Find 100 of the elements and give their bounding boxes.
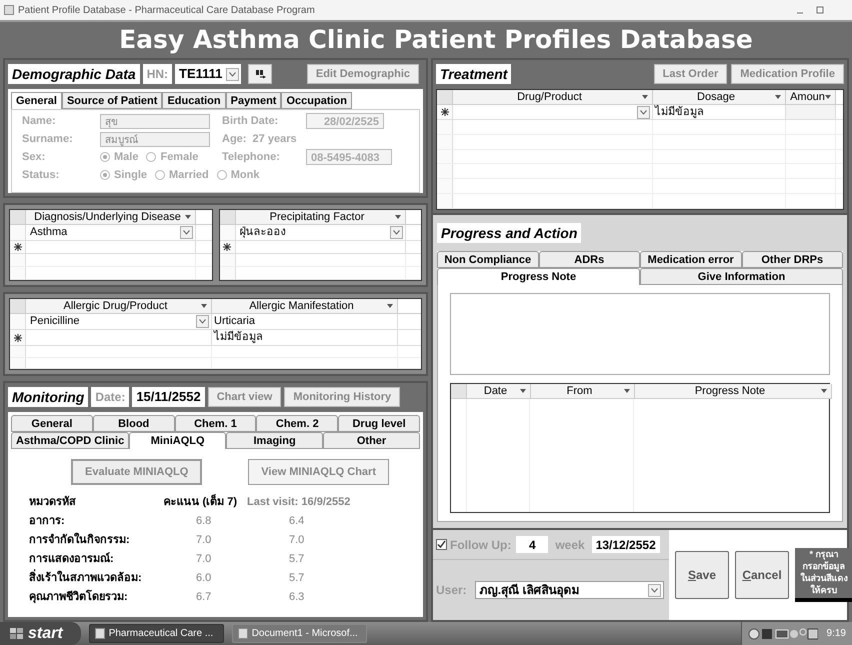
date-field[interactable]: 15/11/2552 bbox=[132, 387, 205, 407]
row-label: อาการ: bbox=[29, 514, 66, 530]
row-selector[interactable] bbox=[220, 225, 236, 240]
row-label: คุณภาพชีวิตโดยรวม: bbox=[29, 589, 129, 606]
dropdown-button[interactable] bbox=[648, 584, 661, 596]
search-button[interactable] bbox=[248, 64, 272, 84]
tab[interactable]: Give Information bbox=[640, 268, 843, 285]
tab[interactable]: Drug level bbox=[338, 415, 420, 432]
sort-arrow-icon[interactable] bbox=[642, 95, 648, 99]
tab[interactable]: Progress Note bbox=[437, 268, 640, 285]
tab[interactable]: Other bbox=[323, 432, 420, 449]
column-header[interactable]: Allergic Manifestation bbox=[212, 299, 398, 314]
tab[interactable]: Blood bbox=[92, 415, 175, 432]
score-value: 6.4 bbox=[288, 514, 306, 530]
clock-text: 9:19 bbox=[826, 627, 846, 641]
follow-up-date-field[interactable]: 13/12/2552 bbox=[592, 536, 660, 553]
follow-up-checkbox[interactable] bbox=[436, 539, 447, 550]
column-header[interactable]: Diagnosis/Underlying Disease bbox=[26, 210, 196, 225]
tab[interactable]: Source of Patient bbox=[62, 92, 162, 109]
new-row-icon bbox=[14, 243, 22, 251]
tab[interactable]: Other DRPs bbox=[742, 251, 843, 268]
row-selector[interactable] bbox=[437, 105, 453, 119]
weeks-field[interactable]: 4 bbox=[516, 536, 548, 553]
start-button[interactable]: start bbox=[0, 622, 81, 645]
note-field[interactable] bbox=[450, 293, 830, 375]
column-header[interactable]: Date bbox=[467, 384, 531, 399]
date-label: Date: bbox=[91, 387, 130, 407]
table-cell[interactable]: Asthma bbox=[26, 225, 196, 240]
column-header[interactable]: Drug/Product bbox=[453, 90, 653, 105]
tab[interactable]: Chem. 2 bbox=[256, 415, 338, 432]
tab[interactable]: General bbox=[11, 415, 93, 432]
empty-row[interactable] bbox=[437, 150, 843, 164]
sort-arrow-icon[interactable] bbox=[394, 215, 400, 219]
tab[interactable]: MiniAQLQ bbox=[129, 432, 226, 449]
row-selector[interactable] bbox=[10, 330, 26, 345]
column-header[interactable]: Dosage bbox=[653, 90, 786, 105]
maximize-icon[interactable] bbox=[816, 6, 824, 14]
column-header[interactable]: Amoun bbox=[786, 90, 836, 105]
score-value: 5.7 bbox=[288, 571, 306, 586]
taskbar-button[interactable]: Pharmaceutical Care ... bbox=[88, 624, 224, 643]
empty-row[interactable] bbox=[437, 194, 843, 209]
grid-row[interactable]: ฝุ่นละออง bbox=[220, 225, 421, 241]
save-button[interactable]: Save bbox=[675, 551, 729, 599]
tab[interactable]: Medication error bbox=[640, 251, 742, 268]
tab[interactable]: Education bbox=[162, 92, 226, 109]
column-header[interactable]: Allergic Drug/Product bbox=[26, 299, 212, 314]
tab[interactable]: Chem. 1 bbox=[174, 415, 256, 432]
hn-field[interactable]: TE1111 bbox=[175, 64, 242, 84]
column-header[interactable]: Progress Note bbox=[635, 384, 832, 399]
empty-row[interactable] bbox=[10, 358, 421, 369]
table-cell[interactable]: ฝุ่นละออง bbox=[236, 225, 406, 240]
caret-icon bbox=[183, 230, 190, 235]
column-header: หมวดรหัส bbox=[29, 494, 77, 510]
grid-row[interactable]: Asthma bbox=[10, 225, 212, 241]
caret-icon bbox=[651, 588, 658, 592]
new-row[interactable]: ไม่มีข้อมูล bbox=[10, 330, 421, 346]
empty-row[interactable] bbox=[437, 164, 843, 180]
sort-arrow-icon[interactable] bbox=[201, 304, 207, 308]
dropdown-button[interactable] bbox=[390, 226, 402, 239]
user-field[interactable]: ภญ.สุณี เลิศสินอุดม bbox=[474, 581, 664, 599]
column-header[interactable]: From bbox=[531, 384, 635, 399]
radio-button[interactable] bbox=[216, 170, 227, 180]
empty-row[interactable] bbox=[10, 267, 212, 280]
empty-row[interactable] bbox=[437, 134, 843, 150]
tab[interactable]: Payment bbox=[226, 92, 282, 109]
tab[interactable]: ADRs bbox=[538, 251, 640, 268]
grid-corner[interactable] bbox=[220, 210, 236, 225]
radio-button[interactable] bbox=[155, 170, 166, 180]
radio-button[interactable] bbox=[100, 152, 110, 162]
sort-arrow-icon[interactable] bbox=[825, 95, 831, 99]
tab[interactable]: General bbox=[11, 92, 62, 109]
new-row[interactable]: ไม่มีข้อมูล bbox=[437, 105, 843, 120]
dropdown-button[interactable] bbox=[637, 106, 650, 118]
tab[interactable]: Non Compliance bbox=[437, 251, 538, 268]
row-selector[interactable] bbox=[220, 254, 236, 266]
row-selector[interactable] bbox=[220, 241, 236, 253]
column-header[interactable]: Precipitating Factor bbox=[236, 210, 406, 225]
tab[interactable]: Imaging bbox=[226, 432, 324, 449]
row-selector[interactable] bbox=[220, 267, 236, 279]
table-cell[interactable]: Penicilline bbox=[26, 314, 212, 329]
taskbar-button[interactable]: Document1 - Microsof... bbox=[232, 624, 367, 643]
grid-row[interactable]: Penicilline Urticaria bbox=[10, 314, 421, 330]
sort-arrow-icon[interactable] bbox=[387, 304, 393, 308]
row-selector[interactable] bbox=[10, 241, 26, 253]
sort-arrow-icon[interactable] bbox=[520, 389, 526, 393]
sort-arrow-icon[interactable] bbox=[624, 389, 630, 393]
radio-button[interactable] bbox=[146, 152, 156, 162]
sort-arrow-icon[interactable] bbox=[821, 389, 827, 393]
sort-arrow-icon[interactable] bbox=[185, 215, 191, 219]
tray-icons-drawing[interactable] bbox=[748, 626, 818, 640]
sort-arrow-icon[interactable] bbox=[775, 95, 781, 99]
dropdown-button[interactable] bbox=[180, 226, 193, 239]
row-label: การจำกัดในกิจกรรม: bbox=[29, 532, 131, 548]
cancel-button[interactable]: Cancel bbox=[735, 551, 789, 599]
tab[interactable]: Occupation bbox=[281, 92, 352, 109]
dropdown-button[interactable] bbox=[226, 68, 240, 80]
dropdown-button[interactable] bbox=[196, 315, 209, 328]
empty-row[interactable] bbox=[437, 179, 843, 194]
tab[interactable]: Asthma/COPD Clinic bbox=[11, 432, 130, 449]
radio-button[interactable] bbox=[100, 170, 110, 180]
